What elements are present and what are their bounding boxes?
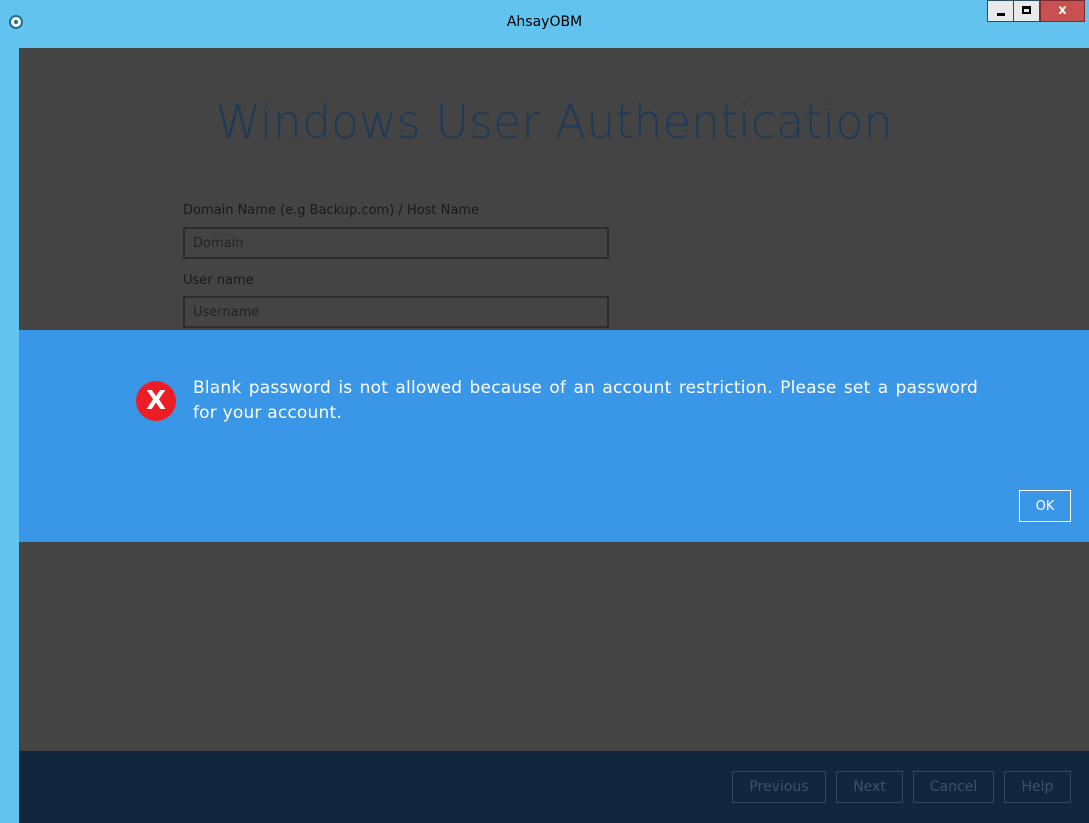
close-icon: x	[1058, 3, 1067, 18]
previous-button[interactable]: Previous	[732, 771, 826, 803]
window-title: AhsayOBM	[506, 14, 583, 30]
error-dialog: X Blank password is not allowed because …	[19, 330, 1089, 542]
wizard-footer: Previous Next Cancel Help	[19, 751, 1089, 823]
cancel-button[interactable]: Cancel	[913, 771, 994, 803]
window-title-bar: AhsayOBM x	[0, 0, 1089, 48]
domain-input[interactable]	[183, 227, 609, 259]
next-button[interactable]: Next	[836, 771, 903, 803]
close-button[interactable]: x	[1040, 0, 1085, 22]
page-title: Windows User Authentication	[215, 95, 893, 149]
username-input[interactable]	[183, 296, 609, 328]
ok-button[interactable]: OK	[1019, 490, 1071, 522]
domain-label: Domain Name (e.g Backup.com) / Host Name	[183, 203, 479, 218]
maximize-icon	[1022, 6, 1031, 14]
username-label: User name	[183, 273, 254, 288]
error-message: Blank password is not allowed because of…	[193, 378, 978, 423]
help-button[interactable]: Help	[1004, 771, 1071, 803]
minimize-icon	[997, 13, 1005, 16]
error-icon: X	[136, 381, 176, 421]
minimize-button[interactable]	[987, 0, 1014, 22]
maximize-button[interactable]	[1013, 0, 1040, 22]
